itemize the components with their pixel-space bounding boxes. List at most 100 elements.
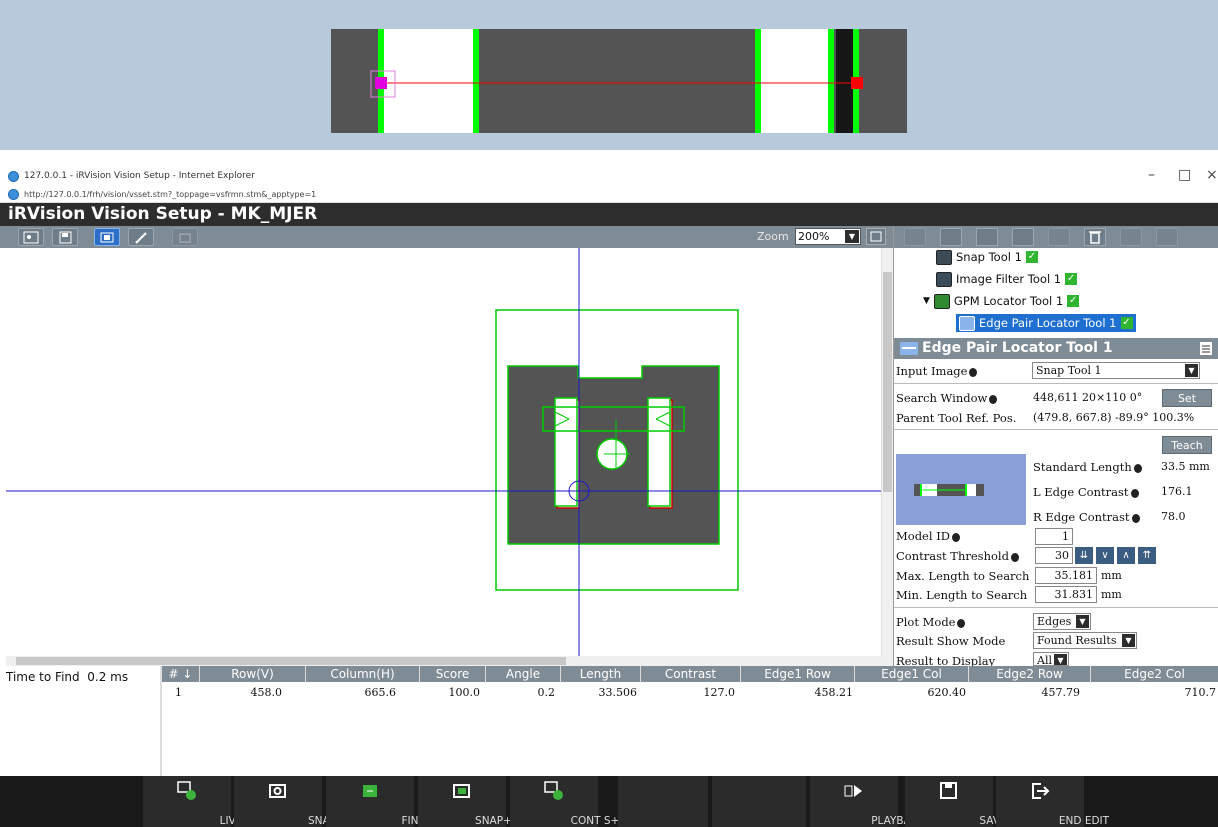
image-info-button[interactable]	[172, 228, 198, 246]
info-icon[interactable]	[1131, 513, 1140, 523]
input-image-label: Input Image	[896, 364, 978, 378]
info-icon[interactable]	[951, 532, 960, 542]
scroll-thumb[interactable]	[16, 657, 566, 665]
save-button[interactable]: SAVE	[905, 776, 1007, 827]
plot-mode-value: Edges	[1037, 615, 1072, 628]
column-header[interactable]: Edge1 Row	[741, 666, 855, 682]
add-tool-button[interactable]	[904, 228, 926, 246]
frame-icon	[100, 232, 114, 243]
column-header[interactable]: Row(V)	[200, 666, 306, 682]
result-display-select[interactable]: All ▼	[1033, 652, 1069, 666]
camera-image	[6, 248, 881, 656]
l-contrast-value: 176.1	[1161, 485, 1193, 498]
column-header[interactable]: Edge2 Col	[1091, 666, 1218, 682]
plot-mode-select[interactable]: Edges ▼	[1033, 613, 1091, 630]
column-header[interactable]: Contrast	[641, 666, 741, 682]
max-length-input[interactable]: 35.181	[1035, 567, 1097, 584]
chevron-up-icon[interactable]: ∧	[1117, 547, 1135, 564]
floppy-icon	[59, 231, 72, 244]
double-chevron-up-icon[interactable]: ⇈	[1138, 547, 1156, 564]
paste-tool-button[interactable]	[1012, 228, 1034, 246]
table-cell[interactable]: 665.6	[300, 686, 397, 699]
save-image-button[interactable]	[52, 228, 78, 246]
snap-button[interactable]: SNAP	[234, 776, 336, 827]
check-icon[interactable]: ✓	[1025, 251, 1038, 263]
check-icon[interactable]: ✓	[1120, 317, 1133, 329]
info-icon[interactable]	[969, 367, 978, 377]
tree-item-gpm-locator[interactable]: ▼ GPM Locator Tool 1 ✓	[923, 292, 1080, 310]
canvas-horizontal-scrollbar[interactable]	[6, 656, 893, 666]
scroll-thumb[interactable]	[883, 272, 892, 492]
time-label: Time to Find	[6, 670, 80, 684]
max-length-label: Max. Length to Search	[896, 569, 1030, 583]
table-cell[interactable]: 33.506	[575, 686, 638, 699]
search-window-value: 448,611 20×110 0°	[1033, 391, 1143, 404]
column-header[interactable]: Edge1 Col	[855, 666, 969, 682]
cont-sf-button[interactable]: CONT S+F	[510, 776, 625, 827]
table-cell[interactable]: 710.7	[1140, 686, 1217, 699]
expand-triangle-icon[interactable]: ▼	[923, 296, 930, 306]
tree-item-image-filter[interactable]: Image Filter Tool 1 ✓	[936, 270, 1078, 288]
exit-icon	[1032, 783, 1050, 799]
info-icon[interactable]	[989, 394, 998, 404]
info-icon[interactable]	[1130, 488, 1139, 498]
maximize-button[interactable]: □	[1178, 167, 1191, 183]
min-length-input[interactable]: 31.831	[1035, 586, 1097, 603]
tree-item-edge-pair-locator[interactable]: Edge Pair Locator Tool 1 ✓	[956, 314, 1136, 332]
eyedropper-button[interactable]	[128, 228, 154, 246]
check-icon[interactable]: ✓	[1065, 273, 1078, 285]
column-header[interactable]: Angle	[486, 666, 561, 682]
tree-item-label: Edge Pair Locator Tool 1	[979, 316, 1117, 330]
check-icon[interactable]: ✓	[1067, 295, 1080, 307]
minimize-button[interactable]: –	[1148, 167, 1155, 183]
setup-panel: Snap Tool 1 ✓ Image Filter Tool 1 ✓ ▼ GP…	[893, 226, 1218, 666]
input-image-select[interactable]: Snap Tool 1 ▼	[1032, 362, 1200, 379]
table-cell[interactable]: 100.0	[420, 686, 481, 699]
model-id-input[interactable]: 1	[1035, 528, 1073, 545]
table-cell[interactable]: 458.21	[760, 686, 854, 699]
table-cell[interactable]: 458.0	[200, 686, 283, 699]
info-icon[interactable]	[957, 618, 966, 628]
live-button[interactable]: LIVE	[143, 776, 242, 827]
playback-button[interactable]: PLAYBACK	[810, 776, 925, 827]
table-cell[interactable]: 457.79	[990, 686, 1081, 699]
close-button[interactable]: ×	[1206, 167, 1218, 183]
table-cell[interactable]: 127.0	[660, 686, 736, 699]
menu-icon[interactable]	[1200, 342, 1212, 355]
info-icon[interactable]	[1010, 552, 1019, 562]
teach-button[interactable]: Teach	[1162, 436, 1212, 454]
result-show-select[interactable]: Found Results ▼	[1033, 632, 1137, 649]
fit-view-button[interactable]	[94, 228, 120, 246]
image-canvas[interactable]	[6, 248, 881, 656]
info-icon[interactable]	[1133, 463, 1142, 473]
snap-find-button[interactable]: SNAP+FIND	[418, 776, 537, 827]
zoom-preview-image	[331, 29, 907, 133]
move-up-button[interactable]	[1120, 228, 1142, 246]
table-cell[interactable]: 620.40	[880, 686, 967, 699]
chevron-down-icon[interactable]: ∨	[1096, 547, 1114, 564]
delete-tool-button[interactable]	[1084, 228, 1106, 246]
table-cell[interactable]: 0.2	[500, 686, 556, 699]
column-header[interactable]: Column(H)	[306, 666, 420, 682]
panel-title-text: Edge Pair Locator Tool 1	[922, 340, 1113, 356]
fit-window-button[interactable]	[866, 228, 886, 245]
end-edit-button[interactable]: END EDIT	[996, 776, 1109, 827]
contrast-threshold-input[interactable]: 30	[1035, 547, 1073, 564]
move-down-button[interactable]	[1156, 228, 1178, 246]
canvas-vertical-scrollbar[interactable]	[881, 248, 893, 656]
load-image-button[interactable]	[18, 228, 44, 246]
find-button[interactable]: FIND	[326, 776, 427, 827]
table-cell[interactable]: 1	[175, 686, 182, 699]
column-header[interactable]: Length	[561, 666, 641, 682]
column-header[interactable]: # ↓	[162, 666, 200, 682]
copy-tool-button[interactable]	[976, 228, 998, 246]
edit-tool-button[interactable]	[940, 228, 962, 246]
column-header[interactable]: Edge2 Row	[969, 666, 1091, 682]
set-button[interactable]: Set	[1162, 389, 1212, 407]
address-bar[interactable]: http://127.0.0.1/frh/vision/vsset.stm?_t…	[0, 187, 1218, 203]
rename-tool-button[interactable]	[1048, 228, 1070, 246]
column-header[interactable]: Score	[420, 666, 486, 682]
zoom-select[interactable]: 200% ▼	[795, 228, 861, 245]
tree-item-snap-tool[interactable]: Snap Tool 1 ✓	[936, 248, 1038, 266]
double-chevron-down-icon[interactable]: ⇊	[1075, 547, 1093, 564]
